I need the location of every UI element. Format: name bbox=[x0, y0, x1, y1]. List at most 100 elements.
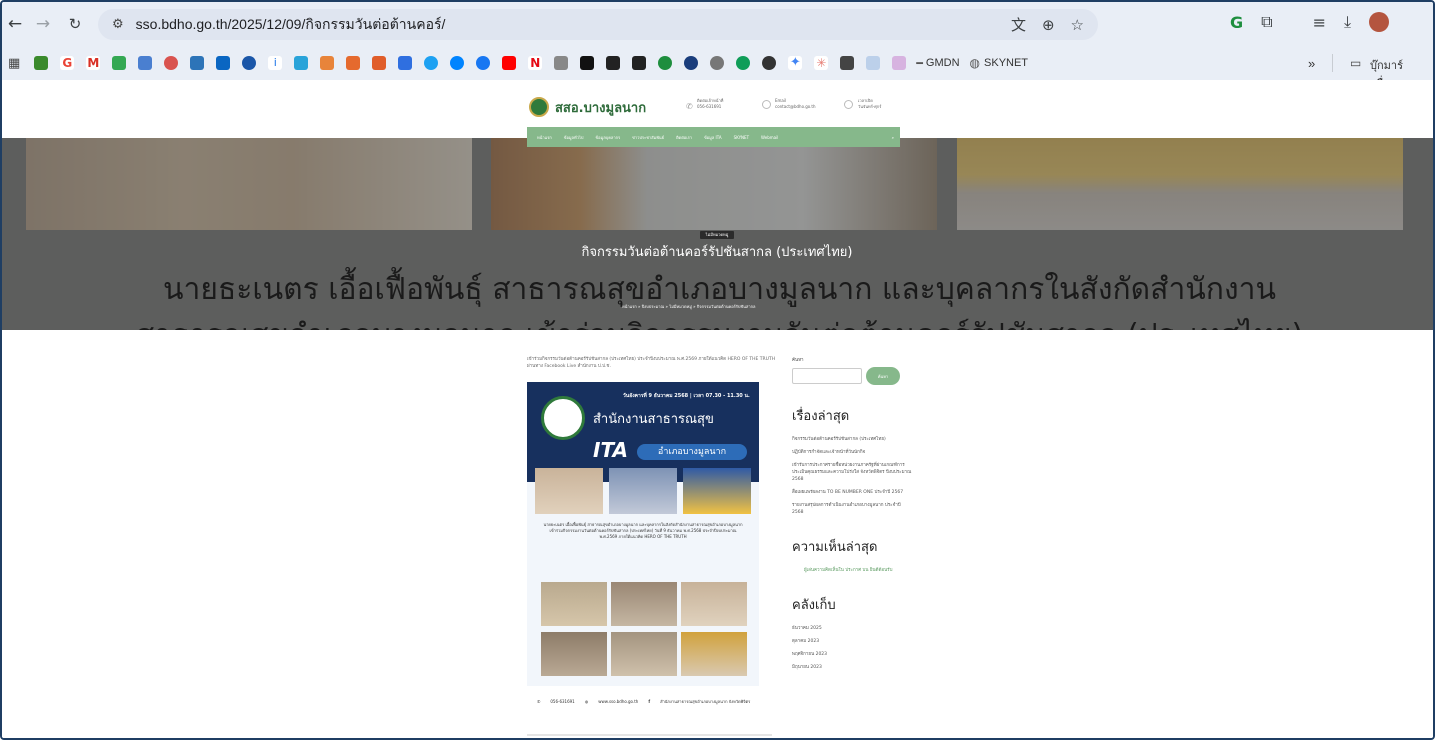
zoom-icon[interactable]: ⊕ bbox=[1042, 16, 1055, 34]
bookmark-icon[interactable] bbox=[294, 56, 309, 70]
nav-staff[interactable]: ข้อมูลบุคลากร bbox=[595, 134, 620, 141]
bookmark-icon[interactable] bbox=[632, 56, 647, 70]
bookmarks-bar: ▦ G M i N ✦ ✳ ━ GMDN ◍ SKYNET » ▭ บุ๊กมา… bbox=[2, 46, 1433, 90]
bookmark-icon[interactable] bbox=[34, 56, 49, 70]
archive-title: คลังเก็บ bbox=[792, 598, 836, 613]
bookmark-icon[interactable] bbox=[762, 56, 777, 70]
forward-icon[interactable]: → bbox=[32, 13, 54, 35]
messenger-icon[interactable] bbox=[450, 56, 465, 70]
nav-about[interactable]: ข้อมูลทั่วไป bbox=[564, 134, 584, 141]
profile-avatar-icon[interactable] bbox=[1369, 12, 1390, 32]
nav-search-icon[interactable]: ⌕ bbox=[892, 135, 894, 140]
site-name[interactable]: สสอ.บางมูลนาก bbox=[555, 97, 646, 118]
web-globe-icon: ◍ bbox=[584, 699, 589, 704]
contact-phone: 056-631691 bbox=[550, 699, 575, 704]
category-badge[interactable]: ไม่มีหมวดหมู่ bbox=[700, 231, 734, 239]
site-logo-icon[interactable] bbox=[529, 97, 549, 117]
recent-post-link[interactable]: เข้ารับการประกาศรายชื่อหน่วยงานภาครัฐที่… bbox=[792, 462, 912, 483]
gmdn-dash-icon: ━ bbox=[916, 56, 923, 70]
x-icon[interactable] bbox=[580, 56, 595, 70]
nav-ita[interactable]: ข้อมูล ITA bbox=[704, 134, 722, 141]
divider bbox=[1332, 54, 1333, 72]
google-icon[interactable]: G bbox=[60, 56, 75, 70]
poster-photo bbox=[609, 468, 677, 514]
bookmark-icon[interactable] bbox=[554, 56, 569, 70]
bookmark-icon[interactable] bbox=[736, 56, 751, 70]
poster-body-text: นายธะเนตร เอื้อเฟื้อพันธุ์ สาธารณสุขอำเภ… bbox=[543, 522, 743, 539]
nav-skynet[interactable]: SKYNET bbox=[734, 135, 749, 140]
gmail-icon[interactable]: M bbox=[86, 56, 101, 70]
address-bar[interactable]: ⚙ sso.bdho.go.th/2025/12/09/กิจกรรมวันต่… bbox=[98, 9, 1098, 40]
bookmark-icon[interactable] bbox=[424, 56, 439, 70]
sidebar-search-button[interactable]: ค้นหา bbox=[866, 367, 900, 385]
reading-list-icon[interactable]: ≡ bbox=[1313, 13, 1326, 32]
bookmark-icon[interactable]: ✳ bbox=[814, 56, 829, 70]
download-icon[interactable]: ⤓ bbox=[1344, 12, 1351, 32]
extensions-puzzle-icon[interactable]: ⧉ bbox=[1261, 12, 1272, 32]
recent-post-link[interactable]: สื่อเผยแพร่ผลงาน TO BE NUMBER ONE ประจำป… bbox=[792, 489, 912, 496]
headline-overlay-line-2-text: สาธารณสุขอำเภอบางมูลนาก เข้าร่วมกิจกรรมง… bbox=[2, 312, 1433, 330]
nav-home[interactable]: หน้าแรก bbox=[537, 134, 552, 141]
poster-photo bbox=[535, 468, 603, 514]
nav-news[interactable]: ข่าวประชาสัมพันธ์ bbox=[632, 134, 664, 141]
recent-post-link[interactable]: กิจกรรมวันต่อต้านคอร์รัปชันสากล (ประเทศไ… bbox=[792, 436, 912, 443]
bookmark-star-icon[interactable]: ☆ bbox=[1071, 16, 1084, 34]
phone-info: ติดต่อเจ้าหน้าที่ 056-631691 bbox=[697, 98, 723, 110]
site-nav-bar: หน้าแรก ข้อมูลทั่วไป ข้อมูลบุคลากร ข่าวป… bbox=[527, 127, 900, 147]
gemini-icon[interactable]: ✦ bbox=[788, 56, 803, 70]
sidebar: ค้นหา ค้นหา เรื่องล่าสุด กิจกรรมวันต่อต้… bbox=[792, 356, 912, 677]
reload-icon[interactable]: ↻ bbox=[64, 13, 86, 35]
bookmark-icon[interactable] bbox=[398, 56, 413, 70]
folder-icon: ▭ bbox=[1350, 56, 1362, 70]
bookmark-icon[interactable] bbox=[684, 56, 699, 70]
poster-ita-badge: ITA bbox=[593, 438, 629, 462]
netflix-icon[interactable]: N bbox=[528, 56, 543, 70]
site-info-icon[interactable]: ⚙ bbox=[112, 17, 124, 32]
archive-link[interactable]: ตุลาคม 2023 bbox=[792, 638, 912, 645]
bookmark-skynet[interactable]: SKYNET bbox=[984, 57, 1028, 69]
archive-link[interactable]: ธันวาคม 2025 bbox=[792, 625, 912, 632]
bookmark-icon[interactable] bbox=[606, 56, 621, 70]
poster-photo bbox=[683, 468, 751, 514]
recent-post-link[interactable]: รายงานสรุปผลการดำเนินงานอำเภอบางมูลนาก ป… bbox=[792, 502, 912, 516]
bookmark-icon[interactable] bbox=[892, 56, 907, 70]
bookmark-icon[interactable] bbox=[164, 56, 179, 70]
recent-comment-link[interactable]: ผู้เล่นความคิดเห็นใน ประกาศ บน ยินดีต้อน… bbox=[792, 567, 912, 574]
bookmark-icon[interactable] bbox=[138, 56, 153, 70]
recent-post-link[interactable]: ปฏิบัติการกำจัดและเจ้าหน้าที่วันนักกิจ bbox=[792, 449, 912, 456]
archive-link[interactable]: พฤศจิกายน 2023 bbox=[792, 651, 912, 658]
bookmark-icon[interactable] bbox=[190, 56, 205, 70]
translate-icon[interactable]: 文 bbox=[1011, 14, 1026, 35]
bookmark-icon[interactable] bbox=[710, 56, 725, 70]
sidebar-search-input[interactable] bbox=[792, 368, 862, 384]
bookmark-icon[interactable] bbox=[242, 56, 257, 70]
nav-contact[interactable]: ติดต่อเรา bbox=[676, 134, 692, 141]
web-page: ไม่มีหมวดหมู่ กิจกรรมวันต่อต้านคอร์รัปชั… bbox=[2, 80, 1433, 738]
apps-grid-icon[interactable]: ▦ bbox=[8, 56, 20, 71]
youtube-icon[interactable] bbox=[502, 56, 517, 70]
bookmark-icon[interactable] bbox=[372, 56, 387, 70]
poster-org-line2: อำเภอบางมูลนาก bbox=[637, 444, 747, 460]
extension-g-icon[interactable]: G bbox=[1230, 13, 1243, 32]
bookmark-icon[interactable] bbox=[320, 56, 335, 70]
bookmark-icon[interactable] bbox=[346, 56, 361, 70]
url-text[interactable]: sso.bdho.go.th/2025/12/09/กิจกรรมวันต่อต… bbox=[136, 14, 446, 36]
recent-comments-title: ความเห็นล่าสุด bbox=[792, 540, 878, 555]
article-poster-image[interactable]: วันอังคารที่ 9 ธันวาคม 2568 | เวลา 07.30… bbox=[527, 382, 759, 686]
poster-photo bbox=[611, 582, 677, 626]
post-title: กิจกรรมวันต่อต้านคอร์รัปชันสากล (ประเทศไ… bbox=[581, 245, 853, 260]
bookmark-icon[interactable] bbox=[840, 56, 855, 70]
nav-webmail[interactable]: Webmail bbox=[761, 135, 778, 140]
archive-link[interactable]: มิถุนายน 2023 bbox=[792, 664, 912, 671]
bookmark-gmdn[interactable]: GMDN bbox=[926, 57, 960, 69]
bookmark-icon[interactable] bbox=[866, 56, 881, 70]
facebook-icon[interactable] bbox=[476, 56, 491, 70]
drive-icon[interactable] bbox=[112, 56, 127, 70]
bookmarks-overflow-button[interactable]: » bbox=[1308, 56, 1315, 71]
linkedin-icon[interactable] bbox=[216, 56, 231, 70]
back-icon[interactable]: ← bbox=[4, 13, 26, 35]
contact-facebook: สำนักงานสาธารณสุขอำเภอบางมูลนาก จังหวัดพ… bbox=[660, 699, 751, 704]
facebook-f-icon: f bbox=[648, 699, 651, 704]
bookmark-icon[interactable] bbox=[658, 56, 673, 70]
bookmark-icon[interactable]: i bbox=[268, 56, 283, 70]
